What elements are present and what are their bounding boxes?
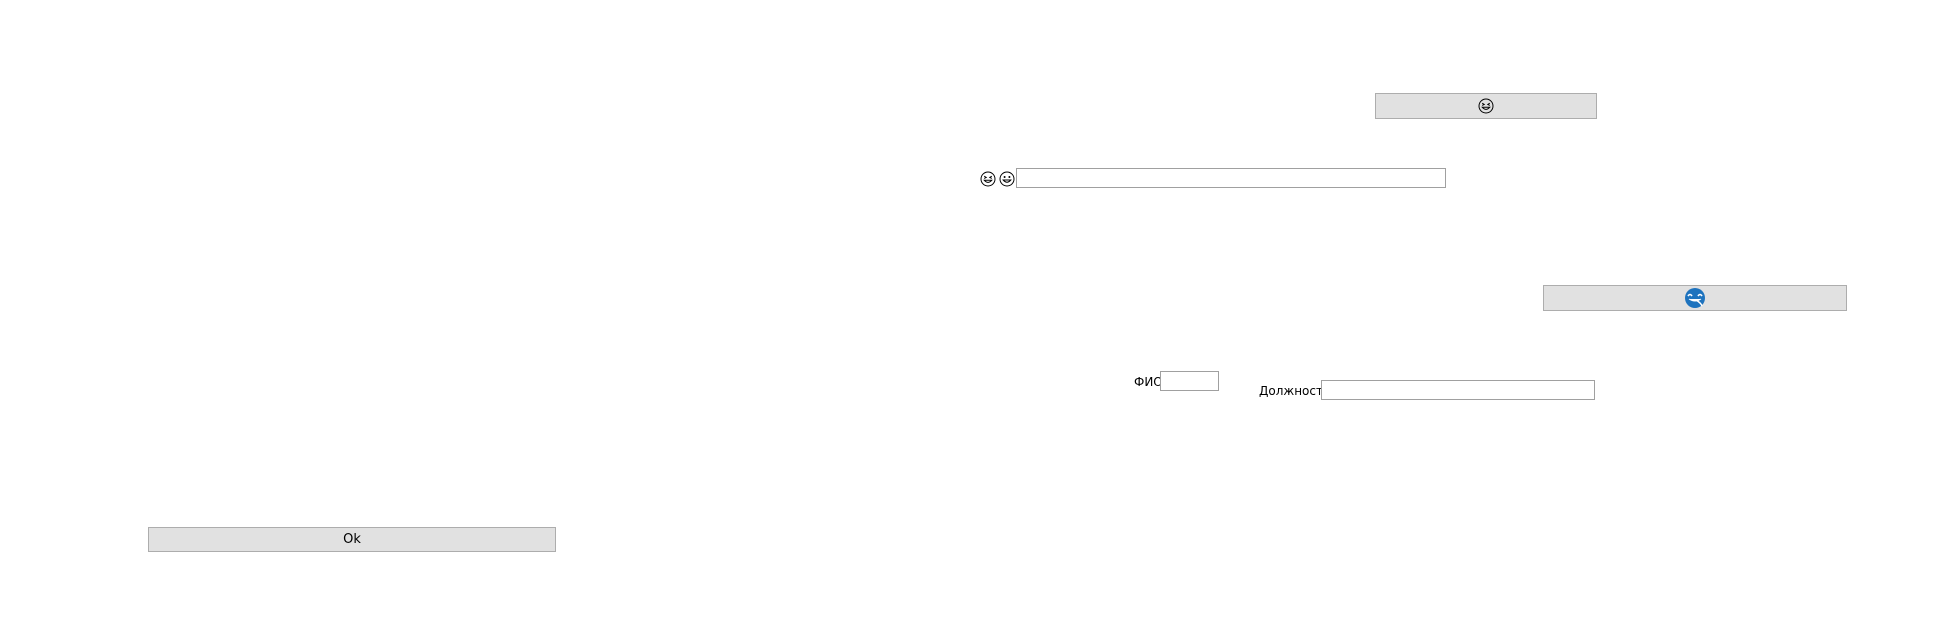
fio-label: ФИО: [1134, 375, 1163, 389]
top-emoji-button[interactable]: [1375, 93, 1597, 119]
grinning-squint-face-icon: [980, 171, 996, 187]
ok-button[interactable]: Ok: [148, 527, 556, 552]
blue-emoji-button[interactable]: [1543, 285, 1847, 311]
blue-face-with-tongue-icon: [1685, 288, 1705, 308]
emoji-text-input[interactable]: [1016, 168, 1446, 188]
grinning-squint-face-icon: [1478, 98, 1494, 114]
window-canvas: ФИО Должность Ok: [0, 0, 1944, 628]
fio-input[interactable]: [1160, 371, 1219, 391]
position-input[interactable]: [1321, 380, 1595, 400]
grinning-face-icon: [999, 171, 1015, 187]
position-label: Должность: [1259, 384, 1331, 398]
